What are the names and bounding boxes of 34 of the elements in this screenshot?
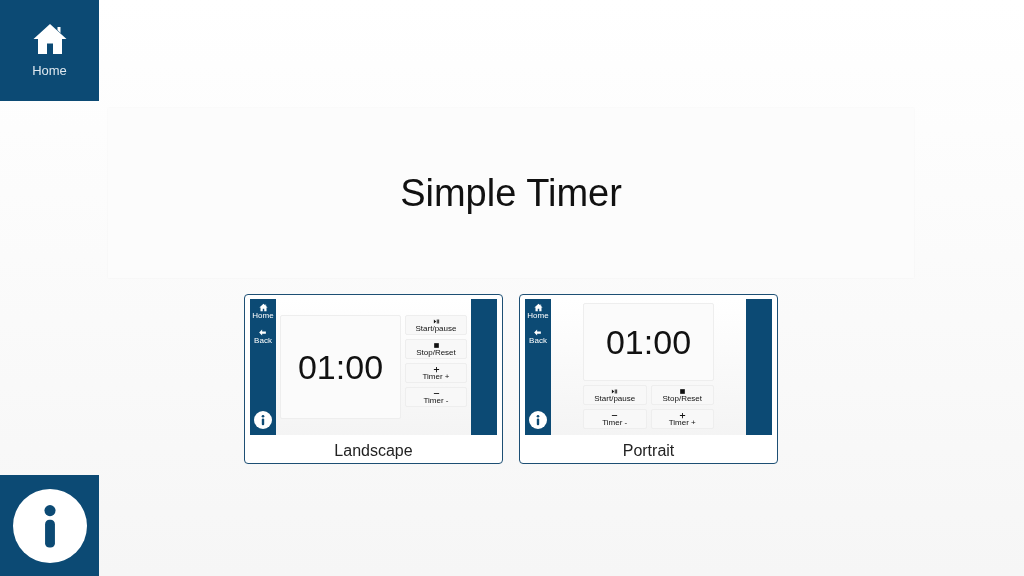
timer-button[interactable]: Timer +: [650, 409, 714, 429]
timer-display: 01:00: [583, 303, 714, 381]
timer-button[interactable]: Start/pause: [405, 315, 467, 335]
back-arrow-icon: [533, 328, 543, 337]
nav-label: Home: [252, 312, 274, 320]
layout-card[interactable]: Home Back 01:00 Start/pause Stop/Reset Timer + Timer - Landscape: [244, 294, 503, 464]
info-icon: [12, 488, 87, 563]
timer-button[interactable]: Timer -: [405, 387, 467, 407]
home-icon: [533, 303, 543, 312]
info-icon: [529, 410, 547, 429]
page-title: Simple Timer: [400, 170, 622, 216]
plus-icon: [432, 365, 440, 373]
timer-button[interactable]: Stop/Reset: [405, 339, 467, 359]
home-icon: [258, 303, 268, 312]
home-button[interactable]: Home: [0, 0, 99, 101]
nav-label: Back: [254, 337, 272, 345]
layout-caption: Portrait: [621, 441, 676, 461]
plus-icon: [678, 411, 686, 419]
timer-display: 01:00: [280, 315, 401, 419]
nav-label: Home: [527, 312, 549, 320]
nav-label: Back: [529, 337, 547, 345]
layout-caption: Landscape: [333, 441, 414, 461]
stop-icon: [678, 387, 686, 395]
info-button[interactable]: [0, 475, 99, 576]
info-icon: [254, 410, 272, 429]
timer-button[interactable]: Timer -: [583, 409, 647, 429]
stop-icon: [432, 341, 440, 349]
layout-card[interactable]: Home Back 01:00 Start/pause Stop/Reset Timer - Timer + Portrait: [519, 294, 778, 464]
timer-button[interactable]: Stop/Reset: [650, 385, 714, 405]
back-arrow-icon: [258, 328, 268, 337]
play-pause-icon: [432, 317, 440, 325]
play-pause-icon: [611, 387, 619, 395]
timer-button[interactable]: Timer +: [405, 363, 467, 383]
timer-button[interactable]: Start/pause: [583, 385, 647, 405]
